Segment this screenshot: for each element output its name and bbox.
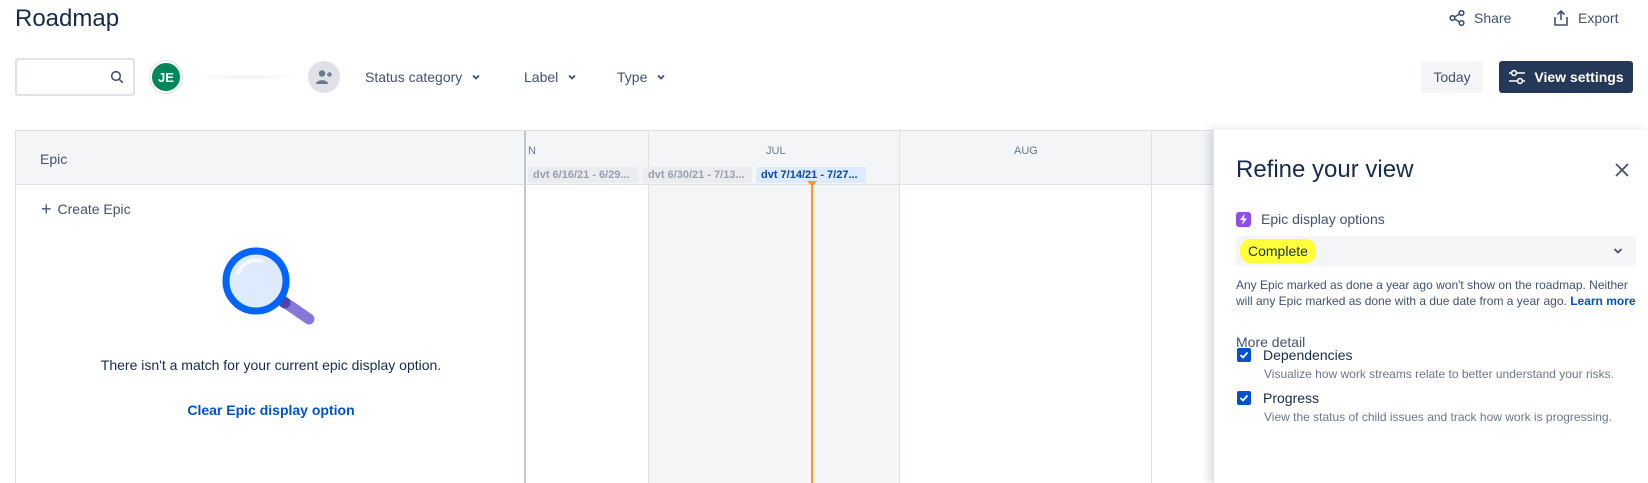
progress-checkbox[interactable] <box>1237 391 1251 405</box>
sprint-marker[interactable]: dvt 6/30/21 - 7/13... <box>643 167 752 183</box>
plus-icon: + <box>41 199 52 219</box>
today-line <box>811 185 813 483</box>
sliders-icon <box>1509 69 1526 85</box>
export-button[interactable]: Export <box>1552 6 1618 30</box>
month-label-jun: N <box>528 145 536 157</box>
epic-display-value: Complete <box>1240 239 1316 263</box>
panel-title: Refine your view <box>1236 156 1414 183</box>
magnifier-illustration-icon <box>222 247 315 325</box>
view-settings-label: View settings <box>1534 69 1624 85</box>
dependencies-checkbox[interactable] <box>1237 348 1251 362</box>
search-field[interactable] <box>15 58 135 96</box>
epic-list: + Create Epic There isn't a match for yo… <box>16 185 526 483</box>
month-divider <box>899 131 900 185</box>
type-filter[interactable]: Type <box>617 66 667 88</box>
month-label-jul: JUL <box>766 145 786 157</box>
label-filter[interactable]: Label <box>524 66 578 88</box>
refine-view-panel: Refine your view Epic display options Co… <box>1213 130 1648 483</box>
search-input[interactable] <box>17 60 107 94</box>
epic-display-options-heading: Epic display options <box>1236 211 1385 227</box>
dependencies-label: Dependencies <box>1263 347 1353 363</box>
sprint-marker[interactable]: dvt 6/16/21 - 6/29... <box>528 167 639 183</box>
view-settings-button[interactable]: View settings <box>1499 61 1633 93</box>
month-divider <box>648 185 649 483</box>
create-epic-label: Create Epic <box>57 201 131 217</box>
learn-more-link[interactable]: Learn more <box>1570 294 1635 308</box>
epic-display-description: Any Epic marked as done a year ago won't… <box>1236 277 1641 309</box>
progress-label: Progress <box>1263 390 1320 406</box>
hidden-user-avatars <box>196 74 296 80</box>
label-filter-label: Label <box>524 69 559 85</box>
checkmark-icon <box>1239 394 1249 402</box>
type-filter-label: Type <box>617 69 648 85</box>
chevron-down-icon <box>657 74 665 80</box>
month-divider <box>899 185 900 483</box>
close-icon[interactable] <box>1612 160 1632 180</box>
export-icon <box>1554 9 1568 26</box>
current-month-shading <box>648 185 899 483</box>
month-label-aug: AUG <box>1014 145 1038 157</box>
dependencies-description: Visualize how work streams relate to bet… <box>1264 367 1614 381</box>
create-epic-button[interactable]: + Create Epic <box>41 199 131 219</box>
status-category-filter[interactable]: Status category <box>365 66 482 88</box>
month-divider <box>1151 185 1152 483</box>
export-label: Export <box>1578 10 1619 26</box>
today-button[interactable]: Today <box>1421 61 1483 93</box>
progress-option[interactable]: Progress <box>1237 390 1319 406</box>
lightning-icon <box>1236 211 1251 227</box>
empty-state-message: There isn't a match for your current epi… <box>100 357 442 373</box>
epic-display-options-label: Epic display options <box>1261 211 1385 227</box>
clear-epic-display-link[interactable]: Clear Epic display option <box>16 402 526 418</box>
month-divider <box>1151 131 1152 185</box>
search-icon <box>110 70 124 84</box>
avatar[interactable]: JE <box>150 61 182 93</box>
checkmark-icon <box>1239 351 1249 359</box>
dependencies-option[interactable]: Dependencies <box>1237 347 1353 363</box>
chevron-down-icon <box>1613 248 1623 254</box>
share-button[interactable]: Share <box>1448 6 1511 30</box>
epic-display-select[interactable]: Complete <box>1236 236 1636 266</box>
status-category-label: Status category <box>365 69 463 85</box>
epic-column-header: Epic <box>16 131 526 185</box>
add-people-button[interactable] <box>308 61 340 93</box>
add-person-icon <box>316 70 332 84</box>
epic-header-label: Epic <box>40 151 68 167</box>
share-label: Share <box>1474 10 1512 26</box>
page-title: Roadmap <box>15 5 120 32</box>
chevron-down-icon <box>472 74 480 80</box>
progress-description: View the status of child issues and trac… <box>1264 410 1612 424</box>
share-icon <box>1449 9 1465 27</box>
chevron-down-icon <box>568 74 576 80</box>
